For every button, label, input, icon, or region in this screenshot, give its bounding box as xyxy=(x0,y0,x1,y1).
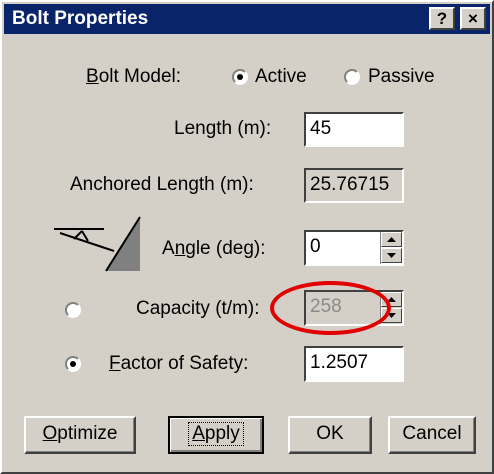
ok-button[interactable]: OK xyxy=(288,416,372,454)
angle-label: Angle (deg): xyxy=(162,238,266,259)
title-bar[interactable]: Bolt Properties ? × xyxy=(4,4,490,34)
active-radio[interactable] xyxy=(232,69,248,85)
bolt-properties-dialog: Bolt Properties ? × Bolt Model: Active P… xyxy=(0,0,494,474)
passive-radio-label[interactable]: Passive xyxy=(368,66,435,88)
passive-radio[interactable] xyxy=(344,69,360,85)
bolt-model-label: Bolt Model: xyxy=(86,66,182,87)
close-button[interactable]: × xyxy=(460,7,486,30)
chevron-up-icon xyxy=(387,237,396,242)
red-highlight-ellipse xyxy=(270,281,391,335)
factor-of-safety-input[interactable]: 1.2507 xyxy=(304,346,404,382)
bolt-angle-icon xyxy=(54,216,141,272)
factor-of-safety-label: Factor of Safety: xyxy=(109,353,249,374)
help-button[interactable]: ? xyxy=(429,7,455,30)
length-label: Length (m): xyxy=(174,118,272,139)
chevron-down-icon xyxy=(387,253,396,258)
angle-spinner[interactable] xyxy=(380,232,402,264)
capacity-radio[interactable] xyxy=(65,302,81,318)
anchored-length-field: 25.76715 xyxy=(304,168,404,203)
angle-value: 0 xyxy=(310,236,321,257)
length-input[interactable]: 45 xyxy=(304,112,404,147)
cancel-button[interactable]: Cancel xyxy=(388,416,476,454)
active-radio-label[interactable]: Active xyxy=(255,66,307,88)
optimize-button[interactable]: Optimize xyxy=(24,416,136,454)
angle-down-button[interactable] xyxy=(381,248,402,263)
apply-button[interactable]: Apply xyxy=(168,416,264,454)
factor-of-safety-radio[interactable] xyxy=(65,356,81,372)
anchored-length-label: Anchored Length (m): xyxy=(70,174,254,195)
capacity-label: Capacity (t/m): xyxy=(136,298,260,319)
angle-up-button[interactable] xyxy=(381,232,402,247)
dialog-title: Bolt Properties xyxy=(12,8,149,29)
